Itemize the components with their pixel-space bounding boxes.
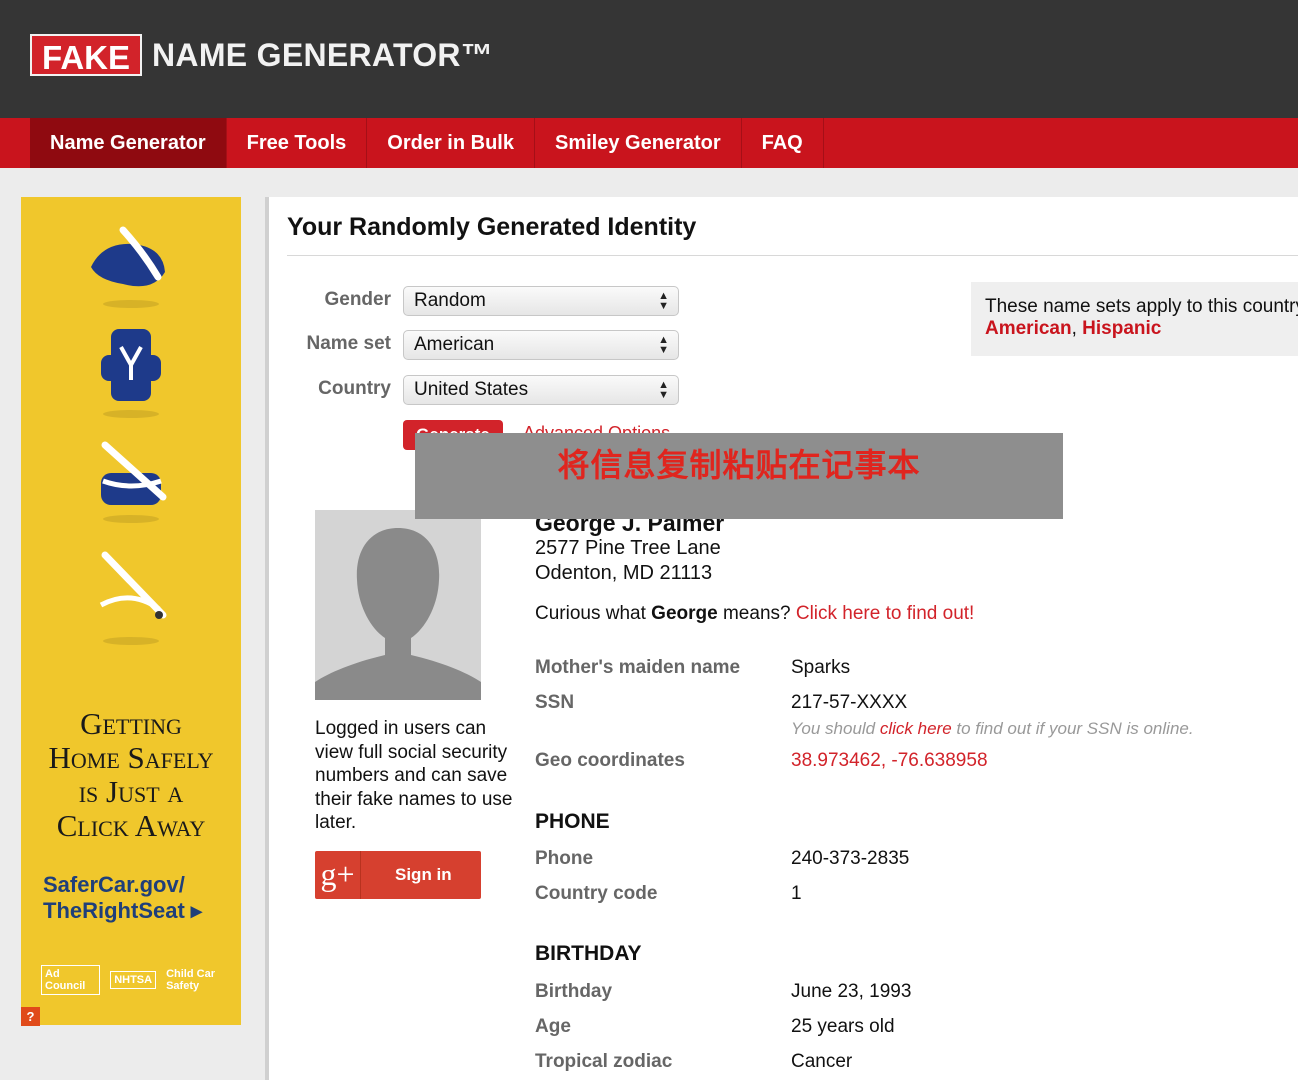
nav-order-in-bulk[interactable]: Order in Bulk (367, 118, 535, 168)
ad-council-logo: Ad Council (41, 965, 101, 995)
select-arrows-icon: ▲ ▼ (658, 334, 669, 356)
phone-section-heading: PHONE (535, 810, 610, 833)
booster-seat-icon (101, 441, 167, 505)
country-select[interactable]: United States ▲ ▼ (403, 375, 679, 405)
nameset-select[interactable]: American ▲ ▼ (403, 330, 679, 360)
main-content: Your Randomly Generated Identity Gender … (265, 197, 1298, 1080)
ad-link-line: SaferCar.gov/ (43, 872, 185, 897)
page-title: Your Randomly Generated Identity (287, 213, 697, 241)
ad-sponsor-logos: Ad Council NHTSA Child Car Safety (41, 965, 241, 995)
country-code-value: 1 (791, 883, 802, 904)
age-value: 25 years old (791, 1016, 895, 1037)
login-info-text: Logged in users can view full social sec… (315, 718, 513, 833)
nameset-separator: , (1071, 318, 1083, 339)
nameset-american-link[interactable]: American (985, 318, 1072, 339)
annotation-overlay: 将信息复制粘贴在记事本 (415, 433, 1063, 519)
birthday-section-heading: BIRTHDAY (535, 942, 642, 965)
gender-select-value: Random (414, 290, 486, 311)
nameset-label: Name set (306, 333, 392, 354)
seat-shadow (103, 300, 159, 308)
google-signin-button[interactable]: g+ Sign in (315, 851, 481, 899)
site-header: FAKE NAME GENERATOR™ (0, 0, 1298, 118)
main-nav: Name Generator Free Tools Order in Bulk … (0, 118, 1298, 168)
name-sets-text: These name sets apply to this country: (985, 296, 1298, 317)
ssn-note-text: You should (791, 719, 880, 738)
title-divider (287, 255, 1298, 256)
zodiac-value: Cancer (791, 1051, 853, 1072)
geo-coordinates-link[interactable]: 38.973462, -76.638958 (791, 750, 988, 772)
identity-city: Odenton, MD 21113 (535, 562, 713, 584)
forward-seat-icon (101, 329, 161, 401)
ad-safercar-link[interactable]: SaferCar.gov/ TheRightSeat ▸ (43, 872, 202, 924)
seat-shadow (103, 410, 159, 418)
nav-free-tools[interactable]: Free Tools (227, 118, 368, 168)
name-meaning-link[interactable]: Click here to find out! (796, 603, 974, 624)
ssn-check-link[interactable]: click here (880, 719, 952, 738)
google-plus-icon: g+ (315, 851, 361, 899)
select-arrows-icon: ▲ ▼ (658, 290, 669, 312)
maiden-name-label: Mother's maiden name (535, 657, 741, 678)
zodiac-label: Tropical zodiac (535, 1051, 673, 1072)
geo-label: Geo coordinates (535, 750, 685, 771)
nav-name-generator[interactable]: Name Generator (30, 118, 227, 168)
name-sets-info: These name sets apply to this country: A… (971, 282, 1298, 356)
phone-label: Phone (535, 848, 594, 869)
ssn-note-text: to find out if your SSN is online. (951, 719, 1194, 738)
age-label: Age (535, 1016, 571, 1037)
name-meaning-line: Curious what George means? Click here to… (535, 603, 974, 625)
ssn-note: You should click here to find out if you… (791, 719, 1194, 739)
birthday-label: Birthday (535, 981, 613, 1002)
nameset-select-value: American (414, 334, 495, 355)
ad-headline-line: Home Safely (48, 740, 214, 775)
logo-name-text: NAME GENERATOR™ (152, 36, 494, 73)
identity-street: 2577 Pine Tree Lane (535, 537, 721, 559)
infant-seat-icon (91, 226, 165, 287)
ssn-label: SSN (535, 692, 575, 713)
person-silhouette-icon (315, 510, 481, 700)
nav-smiley-generator[interactable]: Smiley Generator (535, 118, 742, 168)
signin-label: Sign in (395, 865, 452, 884)
seat-belt-icon (99, 551, 167, 619)
ad-headline: Getting Home Safely is Just a Click Away (21, 707, 241, 843)
maiden-name-value: Sparks (791, 657, 851, 678)
nav-faq[interactable]: FAQ (742, 118, 824, 168)
annotation-text: 将信息复制粘贴在记事本 (557, 447, 921, 483)
ad-headline-line: Click Away (56, 808, 206, 843)
name-meaning-text: means? (717, 603, 796, 624)
birthday-value: June 23, 1993 (791, 981, 912, 1002)
name-sets-list: American, Hispanic (985, 318, 1298, 340)
nhtsa-logo: NHTSA (110, 971, 157, 989)
gender-select[interactable]: Random ▲ ▼ (403, 286, 679, 316)
name-meaning-text: Curious what (535, 603, 652, 624)
country-select-value: United States (414, 379, 529, 400)
seat-shadow (103, 637, 159, 645)
site-logo[interactable]: FAKE NAME GENERATOR™ (30, 34, 493, 76)
seat-shadow (103, 515, 159, 523)
avatar-placeholder (315, 510, 481, 700)
country-label: Country (318, 378, 391, 399)
child-car-safety-logo: Child Car Safety (166, 968, 215, 992)
ad-link-line: TheRightSeat ▸ (43, 898, 202, 923)
select-arrows-icon: ▲ ▼ (658, 379, 669, 401)
ad-banner[interactable]: Getting Home Safely is Just a Click Away… (21, 197, 241, 1025)
gender-label: Gender (324, 289, 391, 310)
country-code-label: Country code (535, 883, 658, 904)
name-meaning-name: George (651, 603, 718, 624)
ad-headline-line: is Just a (78, 774, 184, 809)
ad-headline-line: Getting (80, 706, 182, 741)
ssn-value: 217-57-XXXX (791, 692, 908, 713)
ad-help-icon[interactable]: ? (21, 1007, 40, 1026)
logo-fake-text: FAKE (30, 34, 143, 76)
nameset-hispanic-link[interactable]: Hispanic (1082, 318, 1161, 339)
phone-value: 240-373-2835 (791, 848, 910, 869)
